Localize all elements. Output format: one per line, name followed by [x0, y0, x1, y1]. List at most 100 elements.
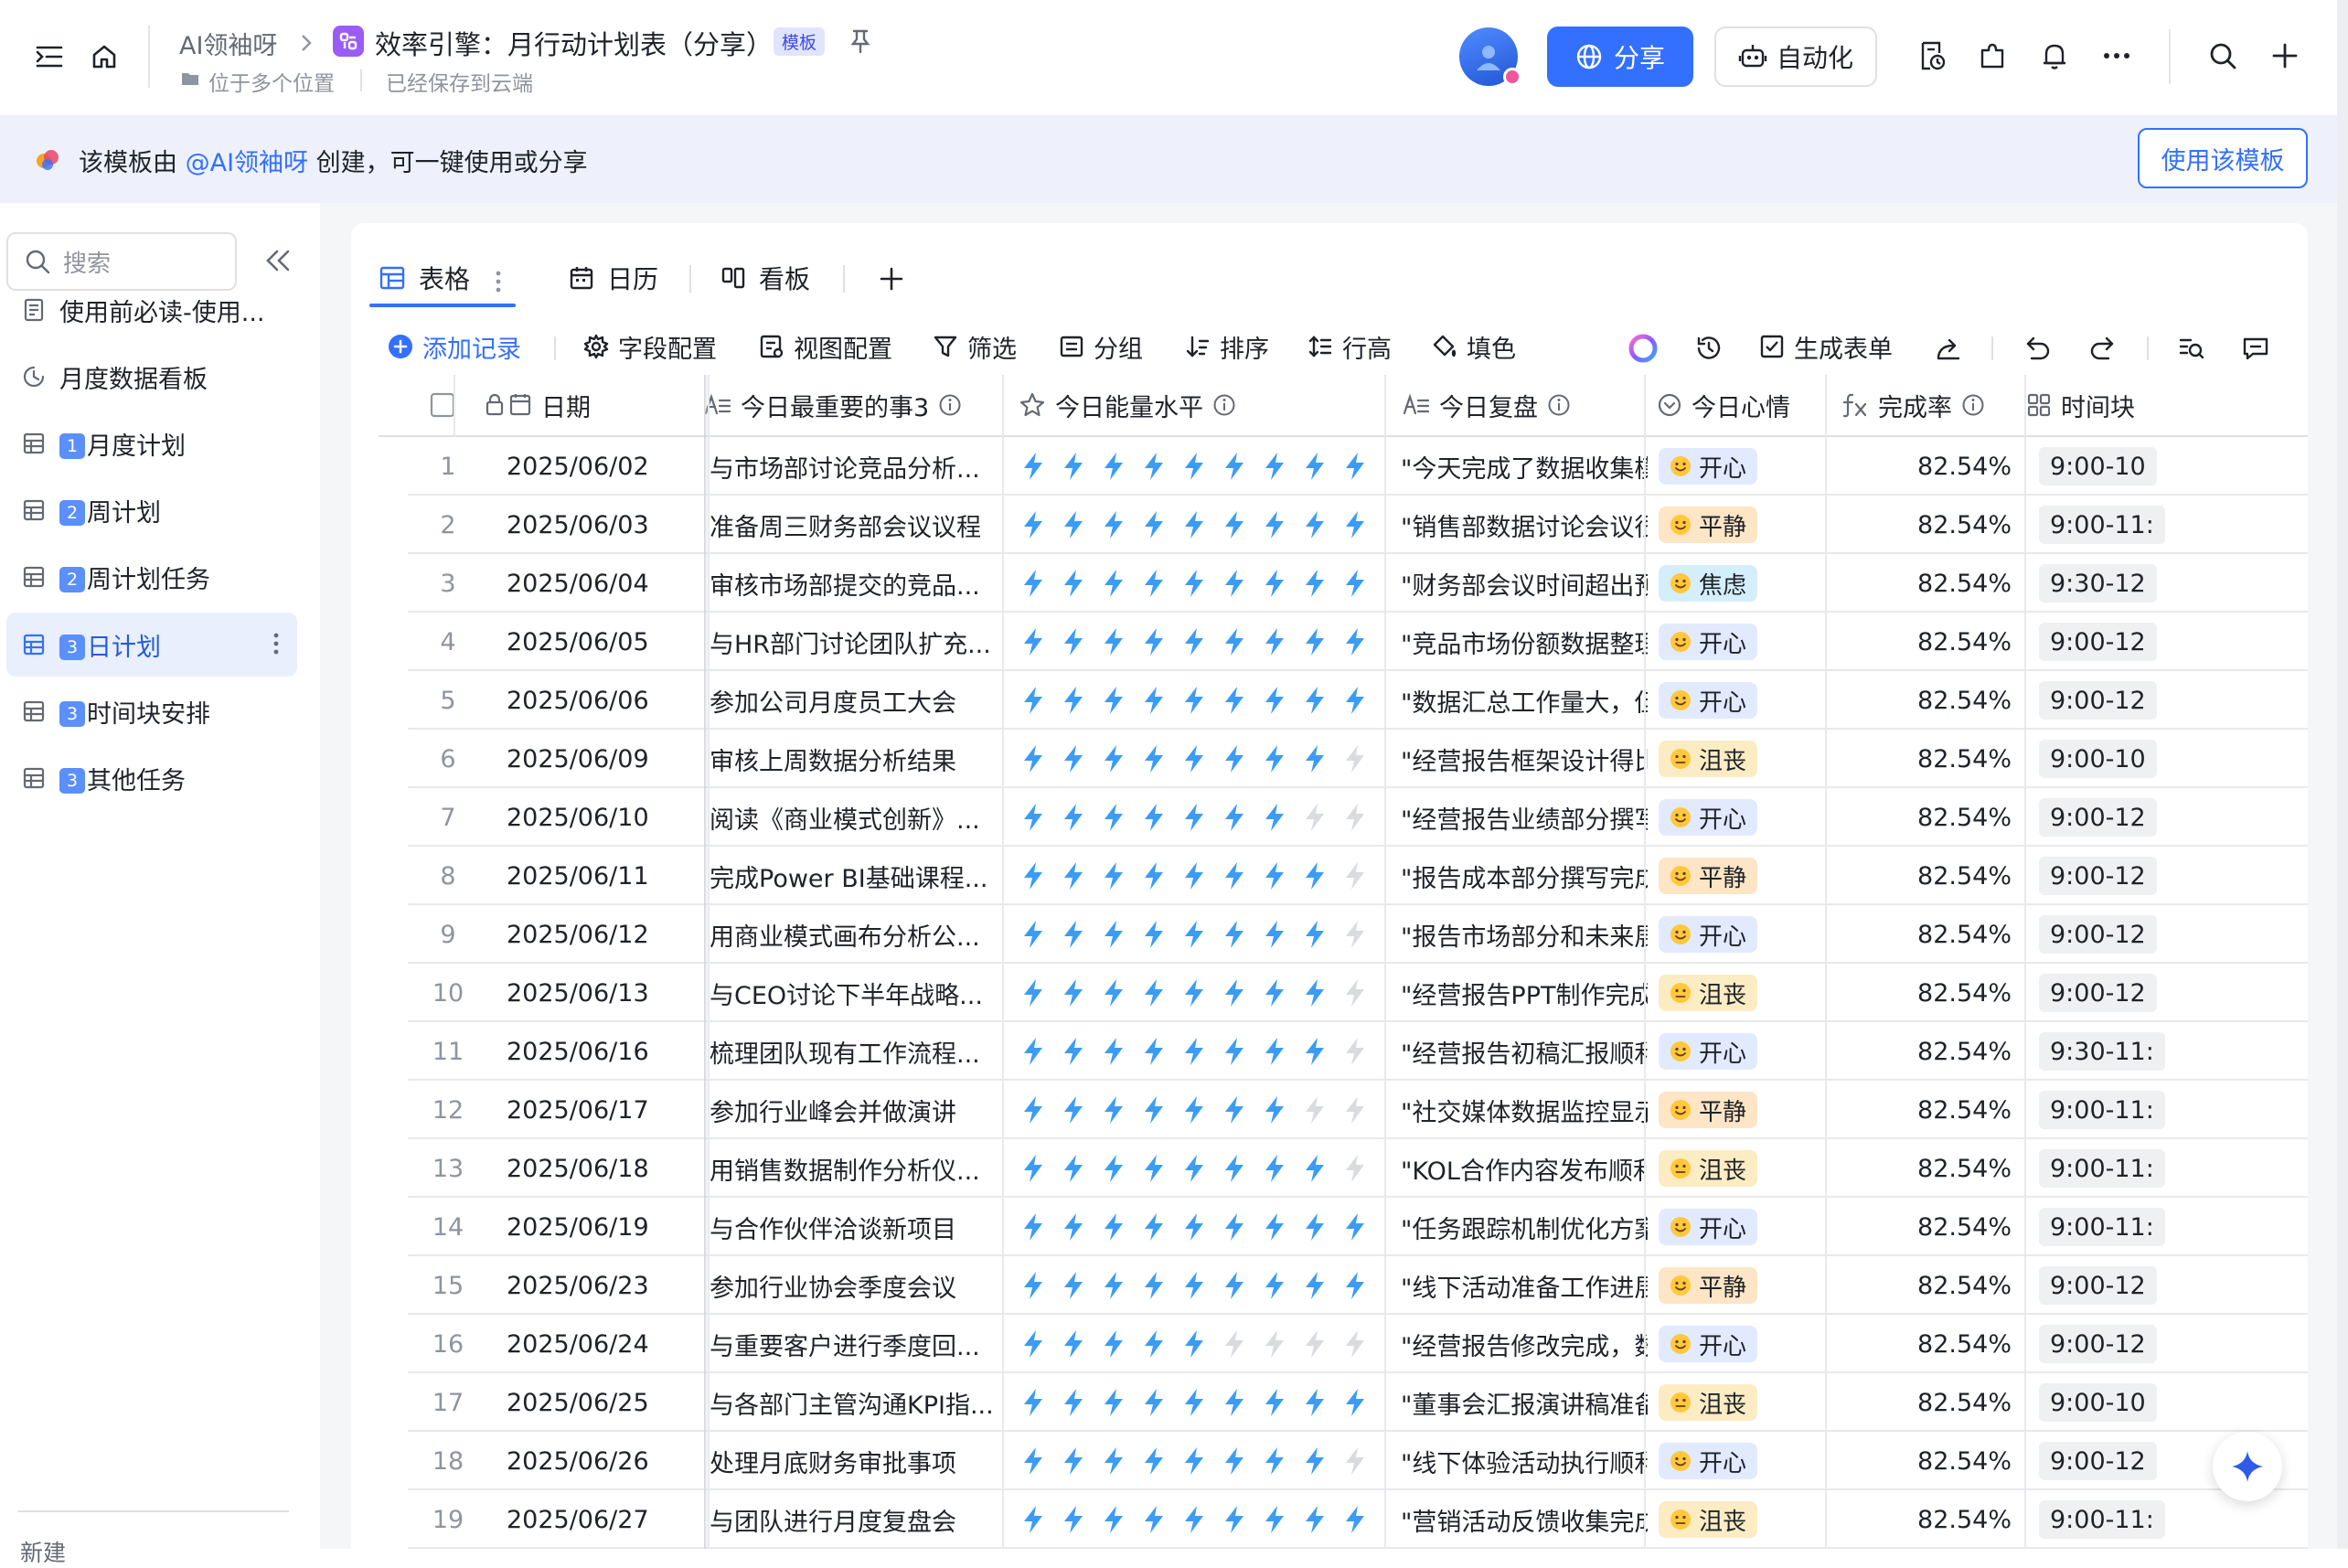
lightning-icon[interactable]: [1258, 1446, 1291, 1476]
collapse-sidebar-icon[interactable]: [265, 249, 291, 272]
lightning-icon[interactable]: [1057, 1388, 1090, 1417]
lightning-icon[interactable]: [1379, 1329, 1382, 1359]
table-row[interactable]: 13 2025/06/18用销售数据制作分析仪... "KOL合作内容发布顺利...…: [379, 1139, 2308, 1198]
cell-mood[interactable]: 沮丧: [1659, 1490, 1823, 1549]
lightning-icon[interactable]: [1097, 569, 1130, 598]
lightning-icon[interactable]: [1339, 686, 1371, 715]
time-block-tag[interactable]: 9:00-12: [2039, 1266, 2157, 1305]
energy-rating[interactable]: [1017, 1505, 1382, 1534]
sidebar-item[interactable]: 使用前必读-使用...: [6, 278, 297, 342]
lightning-icon[interactable]: [1379, 861, 1382, 891]
lightning-icon[interactable]: [1339, 978, 1371, 1008]
collapse-menu-icon[interactable]: [31, 38, 68, 75]
info-icon[interactable]: [1212, 393, 1236, 417]
mood-tag[interactable]: 沮丧: [1659, 1501, 1758, 1538]
lightning-icon[interactable]: [1178, 1037, 1211, 1066]
time-block-tag[interactable]: 9:00-12: [2039, 798, 2157, 837]
filter-button[interactable]: 筛选: [933, 325, 1017, 368]
lightning-icon[interactable]: [1017, 1154, 1050, 1183]
mood-tag[interactable]: 开心: [1659, 1326, 1758, 1362]
lightning-icon[interactable]: [1057, 1271, 1090, 1300]
cell-rate[interactable]: 82.54%: [1825, 1198, 2012, 1256]
lightning-icon[interactable]: [1218, 1446, 1251, 1476]
lightning-icon[interactable]: [1218, 1037, 1251, 1066]
lightning-icon[interactable]: [1379, 1505, 1382, 1534]
lightning-icon[interactable]: [1339, 744, 1371, 773]
lightning-icon[interactable]: [1017, 510, 1050, 539]
lightning-icon[interactable]: [1218, 1271, 1251, 1300]
time-block-tag[interactable]: 9:00-11:: [2039, 1091, 2165, 1129]
cell-timeblock[interactable]: 9:00-12: [2039, 613, 2308, 671]
time-block-tag[interactable]: 9:00-12: [2039, 974, 2157, 1012]
energy-rating[interactable]: [1017, 452, 1382, 481]
cell-mood[interactable]: 沮丧: [1659, 730, 1823, 788]
lightning-icon[interactable]: [1258, 510, 1291, 539]
lightning-icon[interactable]: [1137, 510, 1170, 539]
lightning-icon[interactable]: [1298, 1505, 1331, 1534]
cell-date[interactable]: 2025/06/02: [507, 437, 717, 496]
cell-date[interactable]: 2025/06/18: [507, 1139, 717, 1198]
lightning-icon[interactable]: [1137, 978, 1170, 1008]
time-block-tag[interactable]: 9:00-12: [2039, 681, 2157, 720]
cell-timeblock[interactable]: 9:00-12: [2039, 788, 2308, 847]
lightning-icon[interactable]: [1097, 920, 1130, 949]
cell-timeblock[interactable]: 9:00-12: [2039, 1256, 2308, 1315]
lightning-icon[interactable]: [1298, 744, 1331, 773]
pin-icon[interactable]: [845, 26, 876, 57]
lightning-icon[interactable]: [1057, 510, 1090, 539]
lightning-icon[interactable]: [1339, 1446, 1371, 1476]
table-row[interactable]: 7 2025/06/10阅读《商业模式创新》... "经营报告业绩部分撰写... 开心…: [379, 788, 2308, 847]
lightning-icon[interactable]: [1137, 1037, 1170, 1066]
time-block-tag[interactable]: 9:00-12: [2039, 623, 2157, 661]
lightning-icon[interactable]: [1258, 1154, 1291, 1183]
cell-mood[interactable]: 沮丧: [1659, 964, 1823, 1022]
energy-rating[interactable]: [1017, 1271, 1382, 1300]
share-button[interactable]: 分享: [1547, 27, 1693, 87]
energy-rating[interactable]: [1017, 920, 1382, 949]
energy-rating[interactable]: [1017, 686, 1382, 715]
lightning-icon[interactable]: [1258, 1329, 1291, 1359]
sidebar-item[interactable]: 3 时间块安排: [6, 679, 297, 743]
lightning-icon[interactable]: [1258, 627, 1291, 656]
time-block-tag[interactable]: 9:00-11:: [2039, 1149, 2165, 1188]
cell-mood[interactable]: 开心: [1659, 437, 1823, 496]
use-template-button[interactable]: 使用该模板: [2138, 128, 2308, 188]
lightning-icon[interactable]: [1097, 803, 1130, 832]
field-config-button[interactable]: 字段配置: [583, 325, 717, 368]
lightning-icon[interactable]: [1097, 627, 1130, 656]
lightning-icon[interactable]: [1379, 1446, 1382, 1476]
cell-review[interactable]: "报告市场部分和未来展...: [1401, 905, 1648, 964]
cell-review[interactable]: "财务部会议时间超出预...: [1401, 554, 1648, 613]
cell-mood[interactable]: 开心: [1659, 1315, 1823, 1373]
lightning-icon[interactable]: [1178, 1329, 1211, 1359]
info-icon[interactable]: [1547, 393, 1571, 417]
lightning-icon[interactable]: [1298, 452, 1331, 481]
sidebar-item[interactable]: 2 周计划: [6, 478, 297, 542]
lightning-icon[interactable]: [1057, 1505, 1090, 1534]
lightning-icon[interactable]: [1258, 1388, 1291, 1417]
cell-task3[interactable]: 完成Power BI基础课程...: [710, 847, 1000, 905]
cell-task3[interactable]: 与团队进行月度复盘会: [710, 1490, 1000, 1549]
cell-date[interactable]: 2025/06/19: [507, 1198, 717, 1256]
cell-mood[interactable]: 平静: [1659, 1081, 1823, 1139]
lightning-icon[interactable]: [1218, 510, 1251, 539]
cell-mood[interactable]: 平静: [1659, 496, 1823, 554]
cell-timeblock[interactable]: 9:00-10: [2039, 437, 2308, 496]
add-record-button[interactable]: 添加记录: [388, 325, 521, 368]
lightning-icon[interactable]: [1379, 569, 1382, 598]
breadcrumb-root[interactable]: AI领袖呀: [179, 26, 277, 61]
lightning-icon[interactable]: [1339, 803, 1371, 832]
lightning-icon[interactable]: [1137, 1505, 1170, 1534]
find-icon[interactable]: [2178, 335, 2205, 362]
cell-date[interactable]: 2025/06/17: [507, 1081, 717, 1139]
lightning-icon[interactable]: [1258, 861, 1291, 891]
table-row[interactable]: 11 2025/06/16梳理团队现有工作流程... "经营报告初稿汇报顺利... 开…: [379, 1022, 2308, 1081]
cell-mood[interactable]: 开心: [1659, 905, 1823, 964]
cell-date[interactable]: 2025/06/09: [507, 730, 717, 788]
lightning-icon[interactable]: [1339, 1095, 1371, 1125]
doc-title[interactable]: 效率引擎：月行动计划表（分享）: [375, 24, 773, 62]
lightning-icon[interactable]: [1379, 1154, 1382, 1183]
cell-energy[interactable]: [1017, 1315, 1382, 1373]
lightning-icon[interactable]: [1178, 1271, 1211, 1300]
cell-energy[interactable]: [1017, 730, 1382, 788]
